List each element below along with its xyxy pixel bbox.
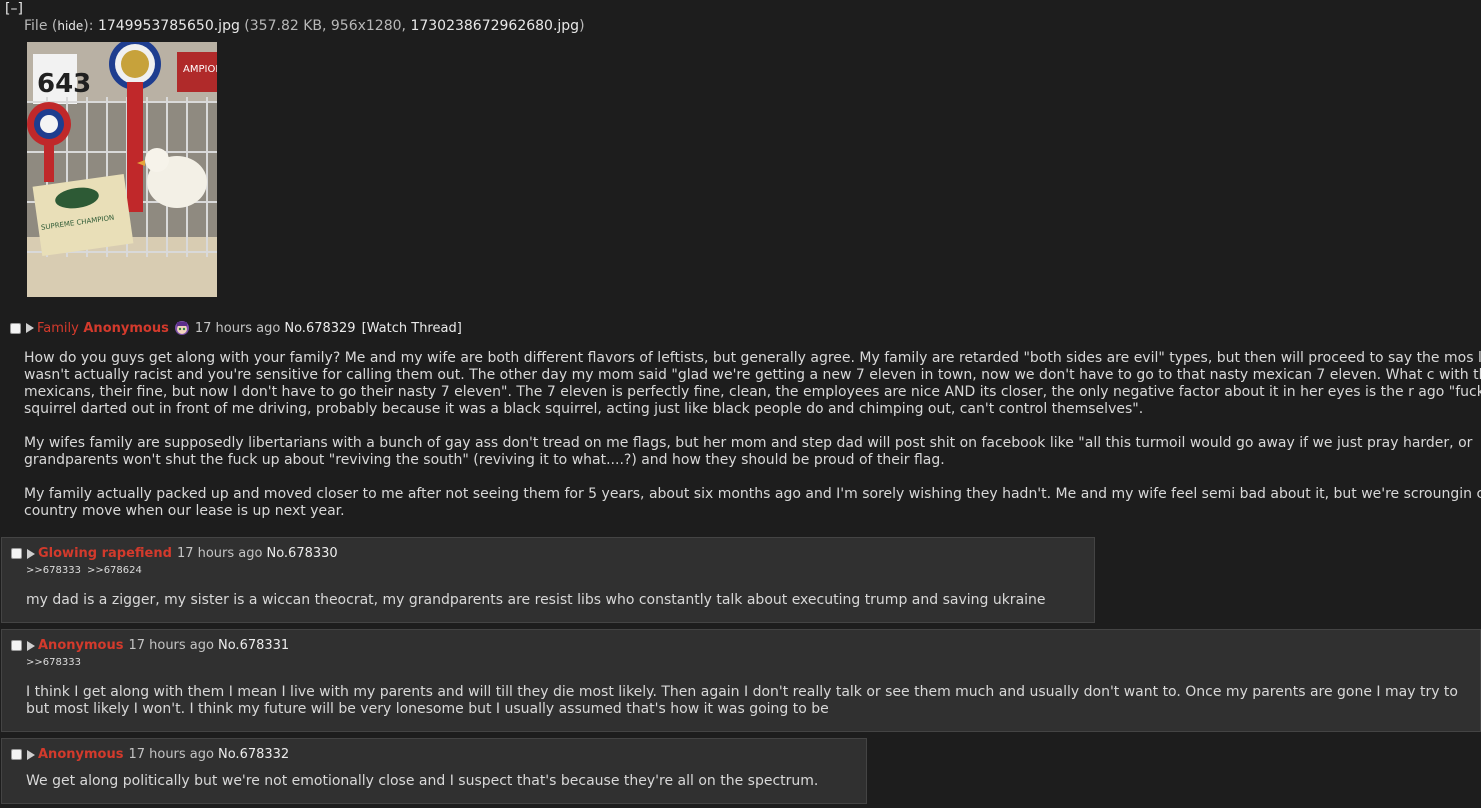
banner-text: AMPION (183, 64, 217, 75)
op-post-number-link[interactable]: No.678329 (284, 321, 355, 336)
op-paragraph: How do you guys get along with your fami… (24, 350, 1481, 417)
reply-post-body: my dad is a zigger, my sister is a wicca… (26, 592, 1046, 608)
op-poster: Family Anonymous (37, 321, 169, 336)
op-timestamp: 17 hours ago (194, 320, 281, 336)
file-name-link[interactable]: 1749953785650.jpg (98, 18, 240, 34)
file-info: File (hide): 1749953785650.jpg (357.82 K… (24, 18, 585, 34)
op-paragraph: My family actually packed up and moved c… (24, 486, 1481, 519)
op-subject: Family (37, 320, 79, 336)
original-file-name: 1730238672962680.jpg (410, 18, 580, 34)
anime-character-flag-icon (174, 320, 190, 336)
op-paragraph: My wifes family are supposedly libertari… (24, 435, 1473, 468)
reply-timestamp: 17 hours ago (128, 747, 214, 762)
collapse-thread-button[interactable]: [–] (5, 1, 23, 17)
reply-select-checkbox[interactable] (11, 749, 22, 760)
op-post-header: Family Anonymous 17 hours ago No.678329 … (10, 320, 1481, 336)
reply-post-body: I think I get along with them I mean I l… (26, 684, 1458, 717)
reply-poster-name: Anonymous (38, 747, 124, 762)
file-info-prefix: File ( (24, 18, 58, 34)
post-image-thumbnail[interactable]: 643 AMPION SUPREME CHAMPIO (27, 42, 217, 297)
reply-select-checkbox[interactable] (11, 640, 22, 651)
reply-post-number-link[interactable]: No.678332 (218, 747, 289, 762)
reply-select-checkbox[interactable] (11, 548, 22, 559)
reply-post-header: Anonymous 17 hours ago No.678332 (11, 747, 866, 762)
file-info-mid: ): (83, 18, 98, 34)
op-post-body: How do you guys get along with your fami… (24, 350, 1481, 520)
reply-menu-arrow-icon[interactable] (27, 548, 35, 559)
reply-menu-arrow-icon[interactable] (27, 640, 35, 651)
quote-link[interactable]: >>678333 (26, 657, 1480, 668)
poultry-show-image: 643 AMPION SUPREME CHAMPIO (27, 42, 217, 297)
reply-post: Anonymous 17 hours ago No.678332 We get … (1, 738, 867, 804)
backlink[interactable]: >>678333 (26, 565, 81, 576)
op-select-checkbox[interactable] (10, 322, 21, 334)
reply-poster-name: Glowing rapefiend (38, 546, 172, 561)
reply-post-number-link[interactable]: No.678331 (218, 638, 289, 653)
reply-timestamp: 17 hours ago (176, 546, 263, 561)
reply-post: Anonymous 17 hours ago No.678331 >>67833… (1, 629, 1481, 732)
pen-number-text: 643 (37, 69, 91, 99)
reply-post-body: We get along politically but we're not e… (26, 773, 819, 789)
hide-file-link[interactable]: hide (57, 19, 83, 33)
file-meta: (357.82 KB, 956x1280, (239, 18, 411, 34)
reply-post: Glowing rapefiend 17 hours ago No.678330… (1, 537, 1095, 623)
watch-thread-button[interactable]: [Watch Thread] (362, 321, 462, 336)
file-info-suffix: ) (579, 18, 585, 34)
backlink[interactable]: >>678624 (87, 565, 142, 576)
reply-menu-arrow-icon[interactable] (27, 749, 35, 760)
op-poster-name: Anonymous (83, 320, 169, 336)
op-menu-arrow-icon[interactable] (26, 323, 34, 333)
reply-post-number-link[interactable]: No.678330 (266, 546, 337, 561)
reply-post-header: Glowing rapefiend 17 hours ago No.678330 (11, 546, 1094, 561)
reply-timestamp: 17 hours ago (128, 638, 214, 653)
reply-poster-name: Anonymous (38, 638, 124, 653)
op-post: Family Anonymous 17 hours ago No.678329 … (10, 320, 1481, 537)
reply-post-header: Anonymous 17 hours ago No.678331 (11, 638, 1480, 653)
backlinks: >>678333 >>678624 (26, 565, 1094, 576)
